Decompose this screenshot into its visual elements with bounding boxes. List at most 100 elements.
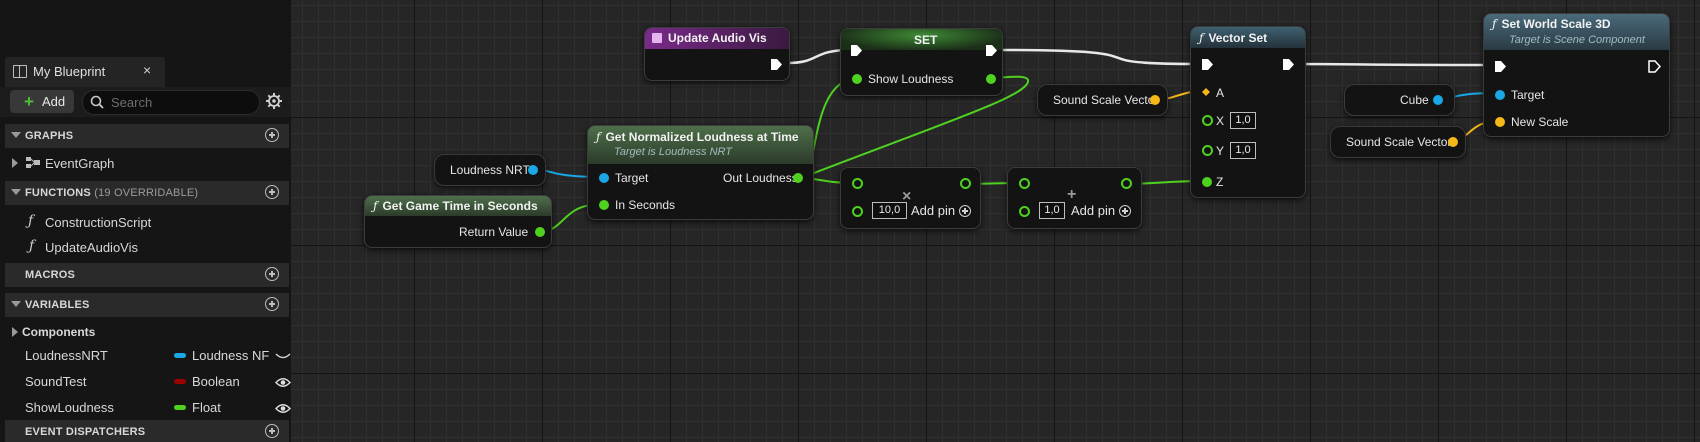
pin-label: New Scale [1511,115,1569,129]
add-pin-icon [959,205,972,217]
add-input-b-pin[interactable] [1019,206,1030,217]
cube-getter-node[interactable]: Cube [1344,84,1455,116]
exec-input-pin[interactable] [850,44,863,57]
variable-row[interactable]: SoundTest Boolean [5,369,291,393]
components-category[interactable]: Components [5,320,289,344]
variable-type-pill [174,353,186,358]
add-function-icon[interactable] [265,185,279,199]
variable-type: Float [192,400,221,415]
blueprint-graph-canvas[interactable]: Update Audio Vis SET Show Loudness ƒ Get … [291,0,1700,442]
eye-closed-icon[interactable] [275,353,291,361]
cube-output-pin[interactable] [1433,95,1443,105]
y-value-field[interactable]: 1,0 [1230,142,1256,159]
get-game-time-node[interactable]: ƒ Get Game Time in Seconds Return Value [364,195,552,248]
sound-scale-vector-getter-node[interactable]: Sound Scale Vector [1330,126,1466,158]
vector-y-input-pin[interactable] [1202,145,1213,156]
exec-output-pin[interactable] [1282,58,1295,71]
variable-row[interactable]: LoudnessNRT Loudness NF [5,343,291,367]
node-title: Update Audio Vis [668,31,767,45]
variable-type: Loudness NF [192,348,270,363]
in-seconds-input-pin[interactable] [599,200,609,210]
variable-label: Loudness NRT [450,163,530,177]
expand-arrow-icon[interactable] [12,327,18,337]
collapse-arrow-icon[interactable] [11,189,21,195]
multiply-input-a-pin[interactable] [852,178,863,189]
target-input-pin[interactable] [599,173,609,183]
vector-x-input-pin[interactable] [1202,115,1213,126]
section-macros-label: MACROS [25,269,76,281]
get-normalized-loudness-node[interactable]: ƒ Get Normalized Loudness at Time Target … [587,125,814,220]
pin-label: Target [1511,88,1545,102]
graph-item-eventgraph[interactable]: EventGraph [5,151,289,175]
exec-input-pin[interactable] [1494,60,1507,73]
tab-my-blueprint[interactable]: My Blueprint × [5,57,165,87]
vector-a-input-pin[interactable] [1202,88,1210,96]
section-variables[interactable]: VARIABLES [5,293,289,317]
set-node[interactable]: SET Show Loudness [840,28,1003,96]
add-macro-icon[interactable] [265,267,279,281]
exec-output-pin[interactable] [1648,60,1661,73]
vector-z-input-pin[interactable] [1202,177,1212,187]
variable-label: Sound Scale Vector [1053,93,1159,107]
loudness-nrt-getter-node[interactable]: Loudness NRT [434,154,546,186]
section-event-dispatchers[interactable]: EVENT DISPATCHERS [5,420,289,442]
out-loudness-output-pin[interactable] [793,173,803,183]
exec-output-pin[interactable] [770,58,783,71]
eye-icon[interactable] [275,403,291,414]
section-graphs[interactable]: GRAPHS [5,124,289,148]
add-node[interactable]: + 1,0 Add pin [1007,167,1142,229]
variable-type-pill [174,379,186,384]
node-title: ƒ Get Normalized Loudness at Time [596,130,799,144]
x-value-field[interactable]: 1,0 [1230,112,1256,129]
variable-type: Boolean [192,374,240,389]
add-output-pin[interactable] [1121,178,1132,189]
pin-label: Y [1216,144,1225,158]
function-icon: ƒ [1492,17,1497,31]
sound-scale-vector-getter-node[interactable]: Sound Scale Vector [1037,84,1168,116]
add-pin-button[interactable]: Add pin [911,203,972,218]
show-loudness-output-pin[interactable] [986,74,996,84]
show-loudness-input-pin[interactable] [852,74,862,84]
target-input-pin[interactable] [1495,90,1505,100]
return-value-output-pin[interactable] [535,227,545,237]
eye-icon[interactable] [275,377,291,388]
collapse-arrow-icon[interactable] [11,301,21,307]
sound-scale-vector-output-pin[interactable] [1150,95,1160,105]
section-functions-label: FUNCTIONS (19 OVERRIDABLE) [25,187,199,199]
add-input-a-pin[interactable] [1019,178,1030,189]
node-title: ƒ Vector Set [1199,31,1268,45]
multiply-input-b-pin[interactable] [852,206,863,217]
function-item-updateaudiovis[interactable]: ƒ UpdateAudioVis [5,235,289,259]
section-event-dispatchers-label: EVENT DISPATCHERS [25,426,146,438]
close-icon[interactable]: × [143,62,151,78]
function-item-constructionscript[interactable]: ƒ ConstructionScript [5,210,289,234]
multiply-node[interactable]: × 10,0 Add pin [840,167,981,229]
gear-icon[interactable] [265,92,283,110]
add-variable-icon[interactable] [265,297,279,311]
function-entry-node[interactable]: Update Audio Vis [644,27,790,81]
add-value-field[interactable]: 1,0 [1039,202,1065,219]
node-subtitle: Target is Loudness NRT [614,146,733,158]
add-pin-button[interactable]: Add pin [1071,203,1132,218]
section-functions[interactable]: FUNCTIONS (19 OVERRIDABLE) [5,181,289,205]
add-button[interactable]: + Add [10,90,74,113]
section-macros[interactable]: MACROS [5,263,289,287]
collapse-arrow-icon[interactable] [11,132,21,138]
variable-row[interactable]: ShowLoudness Float [5,395,291,419]
add-event-dispatcher-icon[interactable] [265,424,279,438]
expand-arrow-icon[interactable] [12,158,18,168]
node-title: ƒ Set World Scale 3D [1492,17,1611,31]
new-scale-input-pin[interactable] [1495,117,1505,127]
loudness-nrt-output-pin[interactable] [528,165,538,175]
my-blueprint-panel: My Blueprint × + Add Search GRAPHS Event… [0,0,291,442]
exec-input-pin[interactable] [1201,58,1214,71]
sound-scale-vector-output-pin[interactable] [1448,137,1458,147]
book-icon [13,65,27,78]
vector-set-node[interactable]: ƒ Vector Set A X 1,0 Y 1,0 Z [1190,26,1306,198]
multiply-output-pin[interactable] [960,178,971,189]
exec-output-pin[interactable] [985,44,998,57]
search-input[interactable]: Search [82,90,260,115]
set-world-scale-3d-node[interactable]: ƒ Set World Scale 3D Target is Scene Comp… [1483,13,1670,137]
add-graph-icon[interactable] [265,128,279,142]
multiply-value-field[interactable]: 10,0 [872,202,907,219]
